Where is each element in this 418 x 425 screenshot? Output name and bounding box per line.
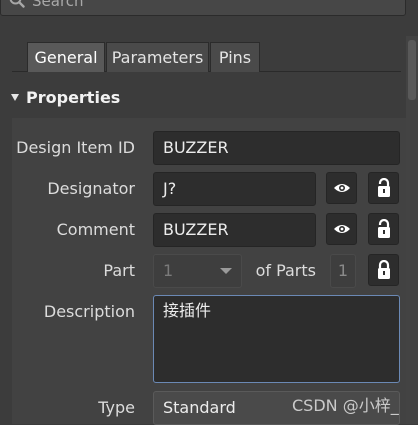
description-label: Description: [43, 302, 135, 321]
of-parts-label: of Parts: [255, 261, 316, 280]
part-select-value: 1: [163, 261, 174, 280]
designator-visibility-button[interactable]: [326, 172, 357, 204]
tab-pins[interactable]: Pins: [210, 42, 260, 72]
eye-icon: [333, 225, 350, 233]
comment-label: Comment: [56, 220, 135, 239]
designator-label: Designator: [47, 179, 135, 198]
of-parts-value: 1: [330, 254, 356, 288]
designator-lock-button[interactable]: [368, 172, 399, 204]
type-label: Type: [98, 398, 135, 417]
unlocked-padlock-icon: [377, 219, 390, 238]
locked-padlock-icon: [377, 260, 390, 279]
description-textarea[interactable]: 接插件: [153, 295, 400, 383]
tab-parameters[interactable]: Parameters: [106, 42, 209, 72]
section-title-properties[interactable]: Properties: [26, 88, 120, 108]
chevron-down-icon: [220, 268, 232, 274]
search-input[interactable]: Search: [32, 0, 84, 10]
design-item-id-field[interactable]: BUZZER: [153, 131, 400, 165]
search-icon: [9, 0, 25, 8]
watermark-text: CSDN @小梓_: [292, 396, 399, 415]
comment-field[interactable]: BUZZER: [153, 213, 316, 247]
design-item-id-label: Design Item ID: [16, 138, 135, 157]
scrollbar-thumb[interactable]: [408, 40, 416, 100]
collapse-triangle-icon[interactable]: [11, 94, 19, 101]
tab-general[interactable]: General: [27, 42, 105, 72]
unlocked-padlock-icon: [377, 178, 390, 197]
part-lock-button[interactable]: [368, 254, 399, 286]
eye-icon: [333, 184, 350, 192]
comment-lock-button[interactable]: [368, 213, 399, 245]
designator-field[interactable]: J?: [153, 172, 316, 206]
part-label: Part: [103, 261, 135, 280]
comment-visibility-button[interactable]: [326, 213, 357, 245]
